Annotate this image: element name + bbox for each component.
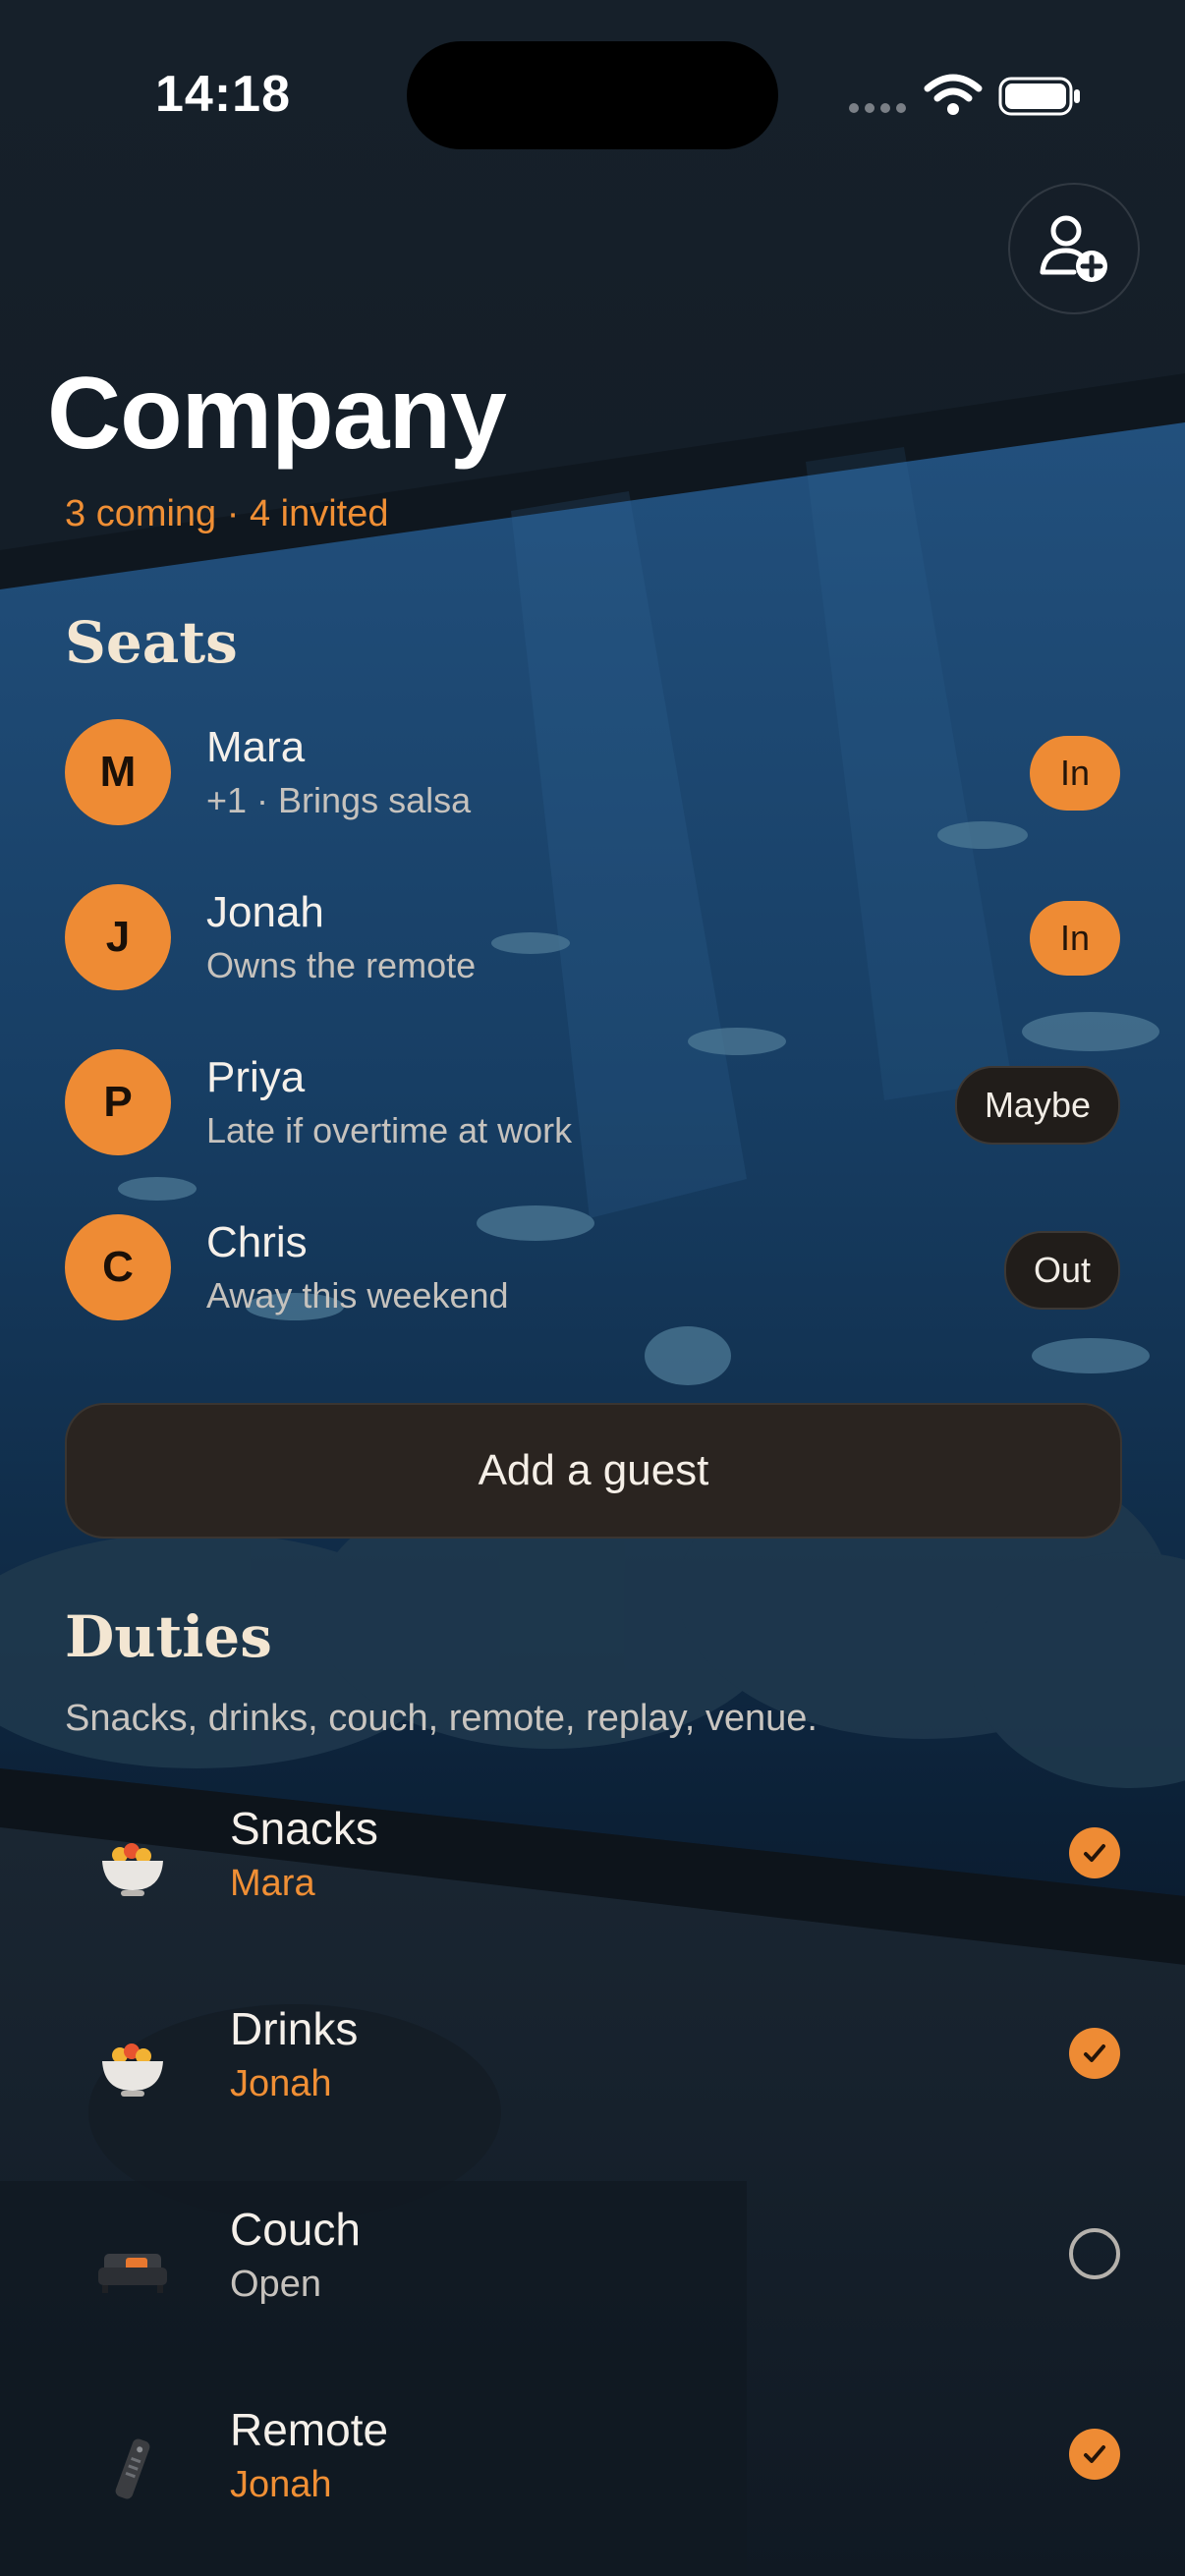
guest-name: Jonah xyxy=(206,888,324,936)
attendance-summary: 3 coming · 4 invited xyxy=(65,493,389,534)
duty-row-remote[interactable]: Remote Jonah xyxy=(65,2403,1120,2541)
duty-row-couch[interactable]: Couch Open xyxy=(65,2203,1120,2340)
guest-name: Mara xyxy=(206,723,306,771)
rsvp-status-pill[interactable]: In xyxy=(1030,736,1120,811)
guest-row-jonah[interactable]: J Jonah Owns the remote In xyxy=(65,884,1120,992)
empty-circle-icon[interactable] xyxy=(1069,2228,1120,2279)
remote-icon xyxy=(115,2438,150,2499)
checkmark-icon[interactable] xyxy=(1069,2429,1120,2480)
add-guest-button[interactable]: Add a guest xyxy=(65,1403,1122,1539)
seats-heading: Seats xyxy=(65,609,238,676)
duty-owner: Jonah xyxy=(230,2063,332,2104)
avatar: P xyxy=(65,1049,171,1155)
guest-name: Chris xyxy=(206,1218,308,1266)
rsvp-status-pill[interactable]: Maybe xyxy=(954,1066,1120,1145)
avatar: M xyxy=(65,719,171,825)
checkmark-icon[interactable] xyxy=(1069,1827,1120,1878)
page-title: Company xyxy=(47,357,507,471)
duties-subtitle: Snacks, drinks, couch, remote, replay, v… xyxy=(65,1698,818,1739)
snack-bowl-icon xyxy=(102,2044,163,2097)
avatar: J xyxy=(65,884,171,990)
duty-owner: Open xyxy=(230,2264,321,2305)
guest-row-priya[interactable]: P Priya Late if overtime at work Maybe xyxy=(65,1049,1120,1157)
duty-name: Couch xyxy=(230,2204,361,2255)
duties-heading: Duties xyxy=(65,1603,272,1670)
wifi-icon xyxy=(924,73,983,121)
battery-icon xyxy=(998,75,1083,123)
guest-note: Away this weekend xyxy=(206,1275,509,1316)
status-time: 14:18 xyxy=(155,66,291,123)
duty-owner: Mara xyxy=(230,1863,315,1904)
guest-row-chris[interactable]: C Chris Away this weekend Out xyxy=(65,1214,1120,1322)
duty-name: Drinks xyxy=(230,2003,359,2054)
couch-icon xyxy=(98,2254,167,2293)
avatar: C xyxy=(65,1214,171,1320)
add-person-button[interactable] xyxy=(1008,183,1140,314)
person-add-icon xyxy=(1040,215,1107,282)
guest-row-mara[interactable]: M Mara +1 · Brings salsa In xyxy=(65,719,1120,827)
signal-icon xyxy=(849,103,906,113)
snack-bowl-icon xyxy=(102,1843,163,1896)
guest-name: Priya xyxy=(206,1053,306,1101)
dynamic-island xyxy=(407,41,778,149)
checkmark-icon[interactable] xyxy=(1069,2028,1120,2079)
guest-note: Late if overtime at work xyxy=(206,1110,573,1150)
guest-note: +1 · Brings salsa xyxy=(206,780,472,820)
guest-note: Owns the remote xyxy=(206,945,477,985)
duty-row-drinks[interactable]: Drinks Jonah xyxy=(65,2002,1120,2140)
rsvp-status-pill[interactable]: In xyxy=(1030,901,1120,976)
duty-name: Snacks xyxy=(230,1803,378,1854)
duty-owner: Jonah xyxy=(230,2464,332,2505)
rsvp-status-pill[interactable]: Out xyxy=(1003,1231,1120,1310)
duty-row-snacks[interactable]: Snacks Mara xyxy=(65,1802,1120,1939)
duty-name: Remote xyxy=(230,2404,389,2455)
